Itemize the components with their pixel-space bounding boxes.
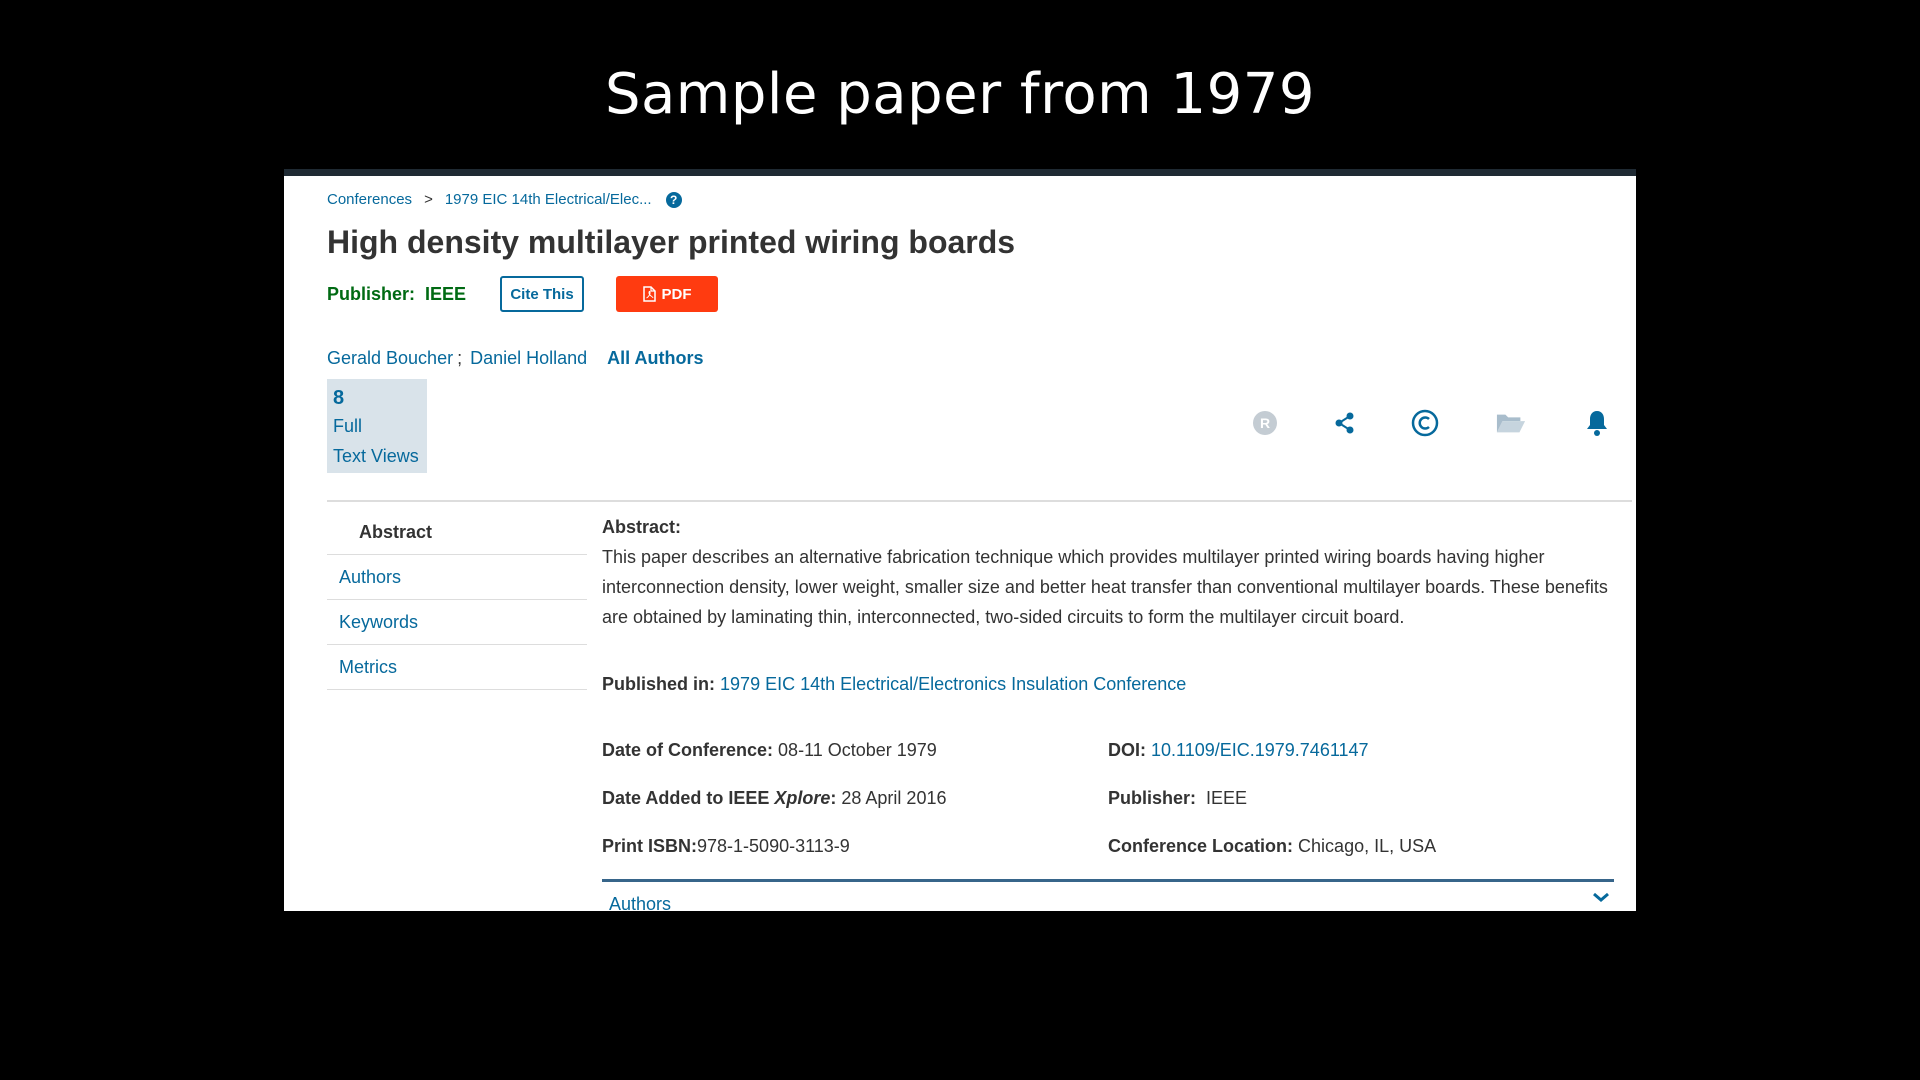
- all-authors-link[interactable]: All Authors: [607, 348, 703, 369]
- share-icon[interactable]: [1330, 408, 1360, 438]
- rights-icon[interactable]: R: [1250, 408, 1280, 438]
- svg-text:R: R: [1260, 415, 1270, 431]
- folder-icon[interactable]: [1496, 408, 1526, 438]
- author-separator: ;: [457, 348, 463, 368]
- publisher-detail: Publisher: IEEE: [1108, 788, 1247, 809]
- slide-title: Sample paper from 1979: [604, 62, 1316, 127]
- published-in: Published in: 1979 EIC 14th Electrical/E…: [602, 674, 1614, 695]
- doi-label: DOI:: [1108, 740, 1146, 760]
- chevron-down-icon[interactable]: [1592, 890, 1610, 909]
- breadcrumb-conference[interactable]: 1979 EIC 14th Electrical/Elec...: [445, 191, 652, 208]
- pdf-label: PDF: [661, 285, 692, 303]
- print-isbn-label: Print ISBN:: [602, 836, 698, 856]
- print-isbn-value: 978-1-5090-3113-9: [697, 836, 850, 856]
- pdf-button[interactable]: PDF: [616, 276, 718, 312]
- date-added: Date Added to IEEE Xplore: 28 April 2016: [602, 788, 946, 809]
- cite-this-button[interactable]: Cite This: [500, 276, 584, 312]
- date-added-label: Date Added to IEEE Xplore:: [602, 788, 837, 808]
- date-of-conference-value: 08-11 October 1979: [778, 740, 937, 760]
- doi-link[interactable]: 10.1109/EIC.1979.7461147: [1151, 740, 1369, 760]
- published-in-link[interactable]: 1979 EIC 14th Electrical/Electronics Ins…: [720, 674, 1186, 694]
- sidebar-item-abstract[interactable]: Abstract: [327, 510, 587, 555]
- full-text-views-metric[interactable]: 8 Full Text Views: [327, 379, 427, 473]
- question-circle-icon[interactable]: ?: [665, 191, 682, 208]
- print-isbn: Print ISBN:978-1-5090-3113-9: [602, 836, 850, 857]
- sidebar-nav: Abstract Authors Keywords Metrics: [327, 510, 587, 690]
- conference-location-value: Chicago, IL, USA: [1298, 836, 1437, 856]
- publisher-detail-value: IEEE: [1206, 788, 1248, 808]
- abstract-text: This paper describes an alternative fabr…: [602, 547, 1608, 627]
- sidebar-item-authors[interactable]: Authors: [327, 555, 587, 600]
- breadcrumb: Conferences > 1979 EIC 14th Electrical/E…: [327, 191, 682, 208]
- publisher-label: Publisher:: [327, 284, 416, 304]
- abstract-heading: Abstract:: [602, 517, 682, 537]
- sidebar-item-metrics[interactable]: Metrics: [327, 645, 587, 690]
- conference-location: Conference Location: Chicago, IL, USA: [1108, 836, 1436, 857]
- paper-page-screenshot: Conferences > 1979 EIC 14th Electrical/E…: [284, 169, 1636, 911]
- doi: DOI: 10.1109/EIC.1979.7461147: [1108, 740, 1369, 761]
- publisher-detail-label: Publisher:: [1108, 788, 1197, 808]
- conference-location-label: Conference Location:: [1108, 836, 1294, 856]
- bell-icon[interactable]: [1582, 408, 1612, 438]
- author-link[interactable]: Daniel Holland: [470, 348, 587, 369]
- breadcrumb-conferences[interactable]: Conferences: [327, 191, 412, 208]
- date-of-conference-label: Date of Conference:: [602, 740, 774, 760]
- metric-count: 8: [333, 387, 345, 409]
- copyright-icon[interactable]: [1410, 408, 1440, 438]
- page-title: High density multilayer printed wiring b…: [327, 224, 1016, 260]
- date-added-value: 28 April 2016: [841, 788, 947, 808]
- publisher-value: IEEE: [425, 284, 467, 304]
- pdf-file-icon: [642, 286, 656, 302]
- metric-label-line1: Full: [333, 416, 363, 436]
- author-link[interactable]: Gerald Boucher: [327, 348, 453, 369]
- date-of-conference: Date of Conference: 08-11 October 1979: [602, 740, 937, 761]
- sidebar-item-keywords[interactable]: Keywords: [327, 600, 587, 645]
- metric-label-line2: Text Views: [333, 446, 419, 466]
- section-divider: [327, 500, 1632, 502]
- authors-accordion-toggle[interactable]: Authors: [609, 894, 671, 911]
- published-in-label: Published in:: [602, 674, 716, 694]
- publisher-line: Publisher: IEEE: [327, 284, 466, 305]
- accordion-divider: [602, 879, 1614, 882]
- authors-line: Gerald Boucher ; Daniel Holland All Auth…: [327, 348, 704, 369]
- breadcrumb-separator: >: [424, 191, 433, 208]
